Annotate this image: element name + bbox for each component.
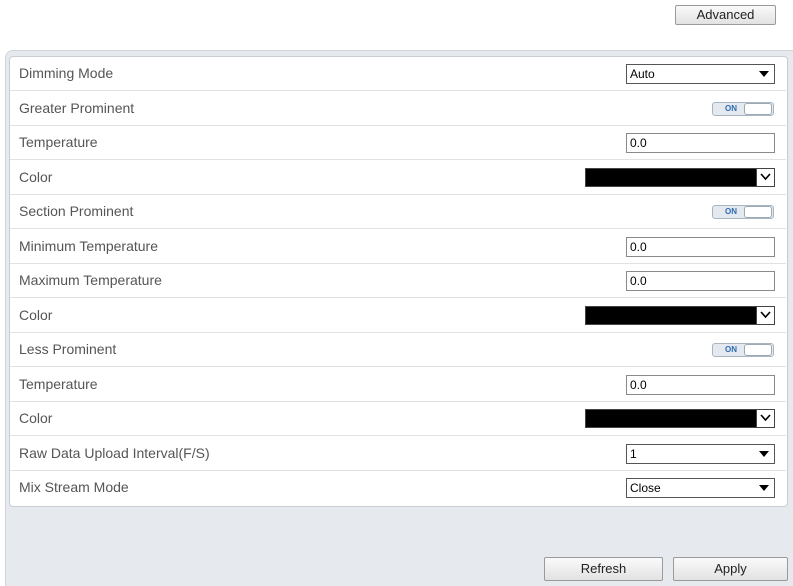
prominent-toggle[interactable]: ON: [712, 205, 774, 219]
setting-row: Minimum Temperature 0.0: [10, 230, 786, 264]
toggle-knob: [744, 344, 772, 356]
toggle-knob: [744, 102, 772, 115]
advanced-button[interactable]: Advanced: [675, 5, 776, 25]
setting-label: Dimming Mode: [19, 65, 114, 81]
setting-select[interactable]: Auto: [626, 64, 775, 84]
select-value: Auto: [630, 67, 655, 81]
temperature-input[interactable]: 0.0: [626, 133, 775, 153]
setting-label: Color: [19, 410, 53, 426]
setting-label: Section Prominent: [19, 203, 134, 219]
setting-row: Dimming Mode Auto: [10, 57, 786, 91]
dropdown-arrow-icon: [759, 71, 769, 77]
setting-label: Raw Data Upload Interval(F/S): [19, 444, 210, 461]
setting-row: Temperature 0.0: [10, 368, 786, 402]
setting-label: Temperature: [19, 375, 98, 392]
temperature-input[interactable]: 0.0: [626, 236, 775, 257]
temperature-input[interactable]: 0.0: [626, 374, 775, 395]
dropdown-arrow-icon: [759, 485, 769, 491]
setting-label: Greater Prominent: [19, 99, 135, 116]
toggle-state: ON: [725, 103, 737, 113]
setting-row: Temperature 0.0: [10, 126, 786, 160]
setting-row: Color: [10, 299, 786, 333]
setting-row: Less Prominent ON: [10, 333, 786, 367]
temperature-input[interactable]: 0.0: [626, 271, 775, 291]
setting-label: Mix Stream Mode: [19, 479, 129, 495]
setting-select[interactable]: Close: [626, 478, 775, 498]
color-picker[interactable]: [585, 167, 775, 187]
toggle-state: ON: [725, 207, 737, 216]
chevron-down-icon: [756, 306, 774, 324]
setting-label: Temperature: [19, 134, 98, 150]
setting-row: Mix Stream Mode Close: [10, 471, 786, 505]
toggle-state: ON: [725, 345, 737, 354]
setting-label: Color: [19, 306, 53, 323]
setting-row: Section Prominent ON: [10, 195, 786, 229]
setting-label: Minimum Temperature: [19, 237, 159, 254]
select-value: Close: [630, 481, 661, 495]
refresh-button[interactable]: Refresh: [544, 557, 663, 581]
prominent-toggle[interactable]: ON: [712, 343, 774, 357]
prominent-toggle[interactable]: ON: [712, 101, 774, 116]
setting-row: Color: [10, 161, 786, 195]
apply-button[interactable]: Apply: [673, 557, 788, 581]
setting-label: Color: [19, 168, 53, 185]
select-value: 1: [630, 446, 637, 461]
setting-label: Maximum Temperature: [19, 272, 162, 288]
dropdown-arrow-icon: [759, 450, 769, 457]
setting-row: Color: [10, 402, 786, 436]
setting-label: Less Prominent: [19, 341, 117, 357]
chevron-down-icon: [756, 168, 774, 186]
setting-select[interactable]: 1: [626, 443, 775, 464]
color-picker[interactable]: [585, 305, 775, 325]
setting-row: Maximum Temperature 0.0: [10, 264, 786, 298]
setting-row: Raw Data Upload Interval(F/S) 1: [10, 437, 786, 471]
toggle-knob: [744, 206, 772, 218]
chevron-down-icon: [756, 410, 774, 427]
color-picker[interactable]: [585, 409, 775, 428]
setting-row: Greater Prominent ON: [10, 92, 786, 126]
